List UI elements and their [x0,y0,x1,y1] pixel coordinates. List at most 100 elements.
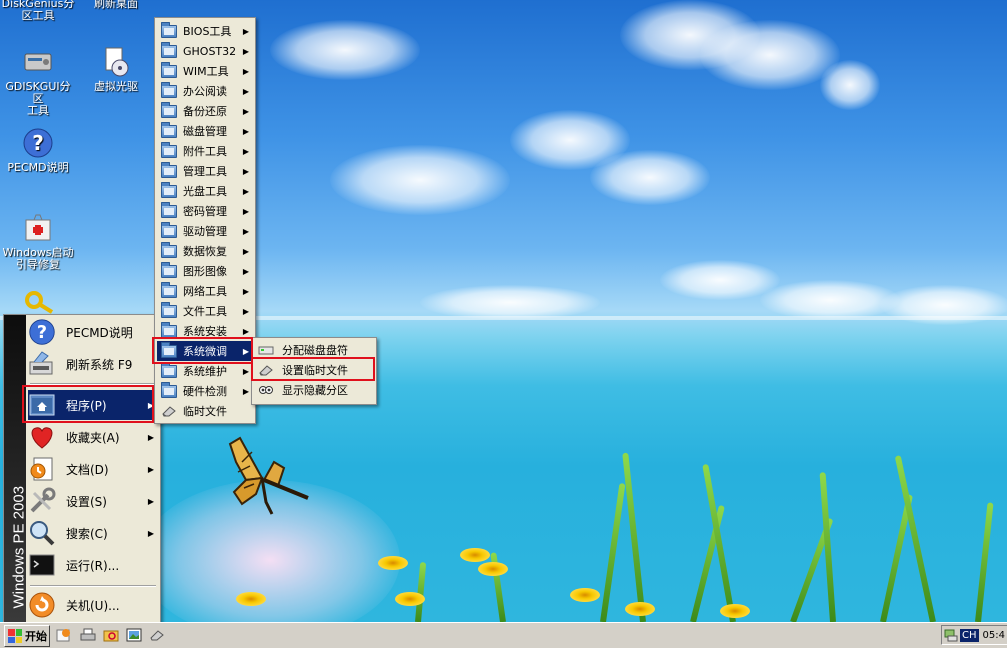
folder-icon [161,61,177,78]
programs-item-ghost32[interactable]: GHOST32 ▶ [157,41,253,61]
desktop-icon-gdiskgui[interactable]: GDISKGUI分区 工具 [0,46,76,117]
programs-item-label: BIOS工具 [183,25,232,38]
folder-icon [161,221,177,238]
cloud [590,150,710,205]
desktop-icon-virtual-drive[interactable]: 虚拟光驱 [78,46,154,93]
eraser-icon[interactable] [149,627,165,643]
programs-item-accessories[interactable]: 附件工具 ▶ [157,141,253,161]
tweak-item-show-hidden-partition[interactable]: 显示隐藏分区 [254,380,374,400]
key-icon[interactable] [24,290,54,316]
programs-item-backup[interactable]: 备份还原 ▶ [157,101,253,121]
programs-item-label: 图形图像 [183,265,227,278]
programs-item-temp-files[interactable]: 临时文件 [157,401,253,421]
boot-repair-icon [22,212,54,244]
desktop-icon-pecmd-help[interactable]: ? PECMD说明 [0,127,76,174]
tweak-item-label: 分配磁盘盘符 [282,344,348,357]
programs-item-disk-management[interactable]: 磁盘管理 ▶ [157,121,253,141]
programs-item-network[interactable]: 网络工具 ▶ [157,281,253,301]
programs-item-password[interactable]: 密码管理 ▶ [157,201,253,221]
programs-item-disc-tools[interactable]: 光盘工具 ▶ [157,181,253,201]
programs-icon [28,391,56,419]
svg-text:?: ? [37,323,47,343]
tweak-item-set-temp-files[interactable]: 设置临时文件 [254,360,374,380]
start-item-shutdown[interactable]: 关机(U)... [28,590,158,620]
tweak-item-assign-drive-letter[interactable]: 分配磁盘盘符 [254,340,374,360]
windows-logo-icon [8,629,22,643]
settings-icon [28,487,56,515]
start-item-documents[interactable]: 文档(D) ▶ [28,454,158,484]
programs-item-label: 光盘工具 [183,185,227,198]
folder-icon [161,121,177,138]
start-item-favorites[interactable]: 收藏夹(A) ▶ [28,422,158,452]
start-item-label: 文档(D) [66,462,109,477]
search-icon [28,519,56,547]
programs-item-wim[interactable]: WIM工具 ▶ [157,61,253,81]
start-item-label: 刷新系统 F9 [66,357,133,372]
programs-item-bios[interactable]: BIOS工具 ▶ [157,21,253,41]
submenu-arrow-icon: ▶ [242,306,249,316]
submenu-arrow-icon: ▶ [147,464,154,474]
submenu-arrow-icon: ▶ [242,346,249,356]
desktop-icon-label: GDISKGUI分区 [5,80,71,105]
start-button[interactable]: 开始 [4,625,50,647]
tweak-item-label: 显示隐藏分区 [282,384,348,397]
programs-item-label: GHOST32 [183,44,237,58]
documents-icon [28,455,56,483]
programs-item-label: 硬件检测 [183,385,227,398]
start-item-run[interactable]: 运行(R)... [28,550,158,580]
desktop-icon-label: 虚拟光驱 [94,80,138,93]
submenu-arrow-icon: ▶ [242,26,249,36]
desktop-icon-diskgenius[interactable]: DiskGenius分 区工具 [0,0,76,22]
folder-icon [161,261,177,278]
submenu-arrow-icon: ▶ [242,186,249,196]
programs-item-hardware-test[interactable]: 硬件检测 ▶ [157,381,253,401]
programs-item-label: 磁盘管理 [183,125,227,138]
folder-icon [161,181,177,198]
cloud [420,285,600,320]
programs-item-admin-tools[interactable]: 管理工具 ▶ [157,161,253,181]
programs-item-office[interactable]: 办公阅读 ▶ [157,81,253,101]
submenu-arrow-icon: ▶ [242,246,249,256]
programs-item-system-maintenance[interactable]: 系统维护 ▶ [157,361,253,381]
programs-item-label: 系统微调 [183,345,227,358]
clock[interactable]: 05:4 [983,630,1005,641]
programs-item-system-install[interactable]: 系统安装 ▶ [157,321,253,341]
restart-icon[interactable] [56,627,72,643]
language-indicator[interactable]: CH [960,628,979,642]
grass-blade [702,463,736,622]
printer-icon[interactable] [80,627,96,643]
eraser-icon [161,405,177,417]
start-item-search[interactable]: 搜索(C) ▶ [28,518,158,548]
desktop-icon-refresh-desktop[interactable]: 刷新桌面 [78,0,154,10]
programs-item-system-tweak[interactable]: 系统微调 ▶ [157,341,253,361]
folder-search-icon[interactable] [103,627,119,643]
start-item-programs[interactable]: 程序(P) ▶ [28,390,158,420]
desktop-icon-boot-repair[interactable]: Windows启动 引导修复 [0,212,76,271]
help-icon: ? [28,318,56,346]
start-menu-banner: Windows PE 2003 [4,315,28,622]
cloud [760,280,900,320]
programs-item-file-tools[interactable]: 文件工具 ▶ [157,301,253,321]
submenu-arrow-icon: ▶ [242,226,249,236]
programs-item-label: 网络工具 [183,285,227,298]
start-item-settings[interactable]: 设置(S) ▶ [28,486,158,516]
programs-item-data-recovery[interactable]: 数据恢复 ▶ [157,241,253,261]
programs-item-label: 管理工具 [183,165,227,178]
programs-item-graphics[interactable]: 图形图像 ▶ [157,261,253,281]
start-item-refresh-system[interactable]: 刷新系统 F9 [28,349,158,379]
folder-icon [161,361,177,378]
submenu-arrow-icon: ▶ [242,286,249,296]
start-button-label: 开始 [25,630,47,643]
submenu-arrow-icon: ▶ [242,166,249,176]
network-icon[interactable] [944,628,958,642]
programs-item-drivers[interactable]: 驱动管理 ▶ [157,221,253,241]
grass-blade [600,482,626,622]
programs-menu: BIOS工具 ▶ GHOST32 ▶ WIM工具 ▶ 办公阅读 ▶ 备份还原 ▶ 磁盘管理… [154,17,256,424]
tweak-item-label: 设置临时文件 [282,364,348,377]
desktop-icon-label: 引导修复 [16,258,60,271]
submenu-arrow-icon: ▶ [242,366,249,376]
start-item-pecmd-help[interactable]: ? PECMD说明 [28,317,158,347]
start-menu-banner-text: Windows PE 2003 [10,485,28,609]
drive-icon [258,344,274,356]
image-icon[interactable] [126,627,142,643]
